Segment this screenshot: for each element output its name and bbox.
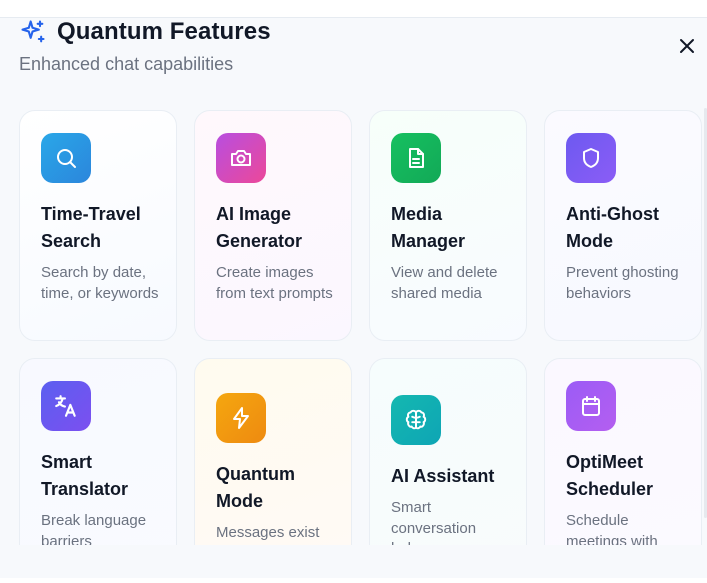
- file-text-icon: [409, 148, 424, 168]
- page-title: Quantum Features: [57, 18, 271, 45]
- page-subtitle: Enhanced chat capabilities: [19, 54, 234, 74]
- feature-description: Create images from text prompts: [216, 264, 333, 302]
- feature-description: Prevent ghosting behaviors: [566, 264, 679, 302]
- feature-description: Search by date, time, or keywords: [41, 264, 159, 302]
- feature-title: AI Assistant: [391, 466, 495, 486]
- quantum-features-panel: Quantum Features Enhanced chat capabilit…: [0, 17, 707, 578]
- brain-icon: [405, 409, 427, 430]
- feature-icon-box: [41, 133, 91, 183]
- feature-grid: Time-Travel Search Search by date, time,…: [19, 110, 702, 578]
- feature-title: Smart Translator: [41, 452, 129, 499]
- close-icon: [680, 39, 694, 53]
- feature-icon-box: [566, 133, 616, 183]
- scrollbar[interactable]: [701, 108, 707, 518]
- feature-icon-box: [391, 133, 441, 183]
- feature-card-time-travel-search[interactable]: Time-Travel Search Search by date, time,…: [19, 110, 177, 341]
- feature-title: Quantum Mode: [216, 464, 295, 511]
- feature-icon-box: [216, 133, 266, 183]
- title-row: Quantum Features: [19, 18, 271, 46]
- feature-title: Time-Travel Search: [41, 204, 141, 251]
- sparkles-icon: [19, 18, 47, 46]
- camera-icon: [231, 150, 251, 166]
- panel-footer: [0, 545, 707, 578]
- feature-icon-box: [391, 395, 441, 445]
- lightning-icon: [233, 407, 249, 429]
- feature-icon-box: [216, 393, 266, 443]
- feature-title: AI Image Generator: [216, 204, 303, 251]
- feature-title: OptiMeet Scheduler: [566, 452, 654, 499]
- feature-title: Media Manager: [391, 204, 466, 251]
- feature-icon-box: [41, 381, 91, 431]
- calendar-icon: [582, 396, 600, 416]
- feature-card-media-manager[interactable]: Media Manager View and delete shared med…: [369, 110, 527, 341]
- feature-icon-box: [566, 381, 616, 431]
- feature-card-ai-image-generator[interactable]: AI Image Generator Create images from te…: [194, 110, 352, 341]
- search-icon: [57, 149, 76, 168]
- feature-card-anti-ghost-mode[interactable]: Anti-Ghost Mode Prevent ghosting behavio…: [544, 110, 702, 341]
- close-button[interactable]: [675, 34, 699, 58]
- panel-header: Quantum Features Enhanced chat capabilit…: [19, 18, 707, 108]
- shield-icon: [583, 148, 599, 168]
- translate-icon: [55, 395, 76, 417]
- feature-title: Anti-Ghost Mode: [566, 204, 659, 251]
- feature-description: View and delete shared media: [391, 264, 498, 302]
